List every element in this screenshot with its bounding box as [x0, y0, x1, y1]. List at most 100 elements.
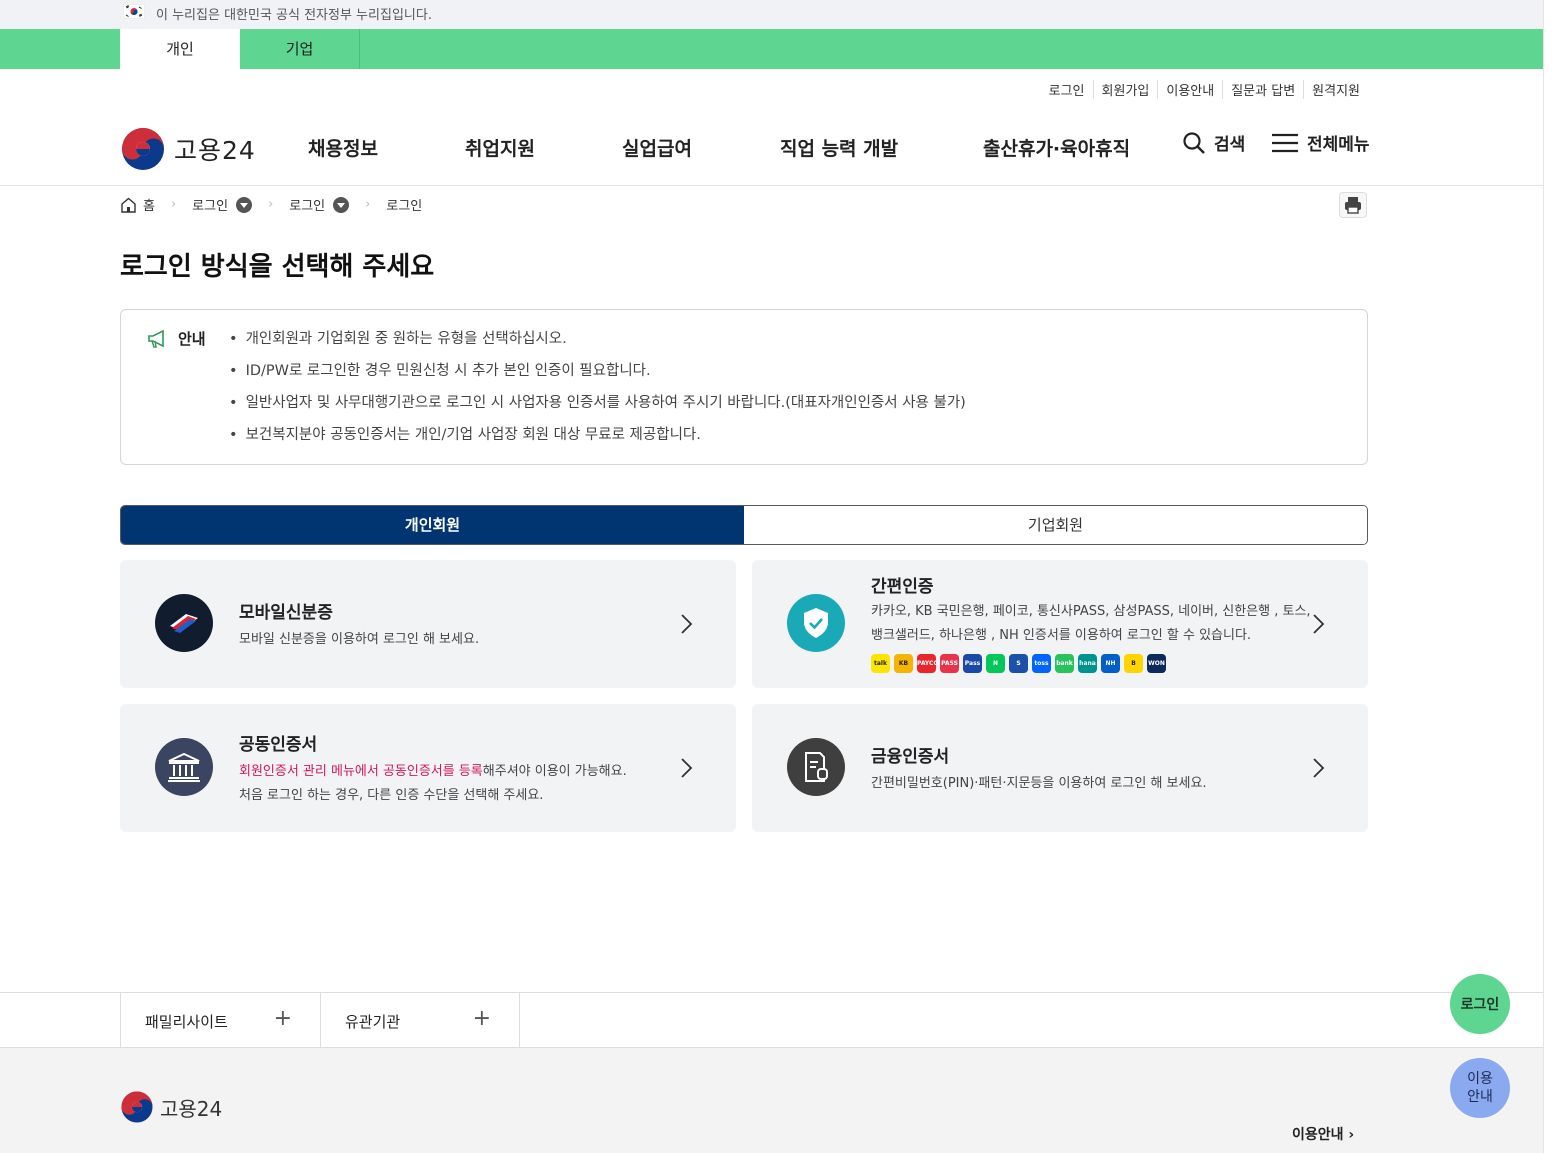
- provider-hana-icon: hana: [1078, 654, 1097, 673]
- search-icon: [1183, 131, 1205, 154]
- joint-cert-login-card[interactable]: 공동인증서 회원인증서 관리 메뉴에서 공동인증서를 등록해주셔야 이용이 가능…: [120, 704, 736, 832]
- provider-pass-icon: PASS: [940, 654, 959, 673]
- page-title: 로그인 방식을 선택해 주세요: [120, 252, 435, 282]
- mobile-id-login-card[interactable]: 모바일신분증 모바일 신분증을 이용하여 로그인 해 보세요.: [120, 560, 736, 688]
- util-guide-link[interactable]: 이용안내: [1157, 80, 1222, 99]
- card-title: 모바일신분증: [239, 603, 333, 623]
- family-site-label: 패밀리사이트: [145, 1013, 228, 1031]
- plus-icon: +: [273, 1006, 292, 1031]
- window-edge: [1543, 0, 1557, 1153]
- breadcrumb-home[interactable]: 홈: [143, 195, 155, 214]
- mobile-id-icon: [155, 594, 213, 652]
- home-icon: [121, 197, 136, 213]
- taegeuk-logo-icon: [122, 128, 164, 170]
- document-cert-icon: [787, 738, 845, 796]
- notice-item: 보건복지분야 공동인증서는 개인/기업 사업장 회원 대상 무료로 제공합니다.: [229, 424, 966, 456]
- card-description-line1: 카카오, KB 국민은행, 페이코, 통신사PASS, 삼성PASS, 네이버,…: [871, 604, 1311, 619]
- financial-cert-login-card[interactable]: 금융인증서 간편비밀번호(PIN)·패턴·지문등을 이용하여 로그인 해 보세요…: [752, 704, 1368, 832]
- util-remote-link[interactable]: 원격지원: [1303, 80, 1368, 99]
- family-site-toggle[interactable]: 패밀리사이트 +: [120, 993, 320, 1047]
- chevron-right-icon: [1313, 614, 1325, 634]
- breadcrumb-separator: ›: [365, 197, 371, 212]
- provider-pass-icon: Pass: [963, 654, 982, 673]
- global-nav: 고용24 채용정보 취업지원 실업급여 직업 능력 개발 출산휴가·육아휴직 검…: [0, 110, 1543, 186]
- util-login-link[interactable]: 로그인: [1041, 80, 1093, 99]
- breadcrumb-separator: ›: [268, 197, 274, 212]
- search-label: 검색: [1214, 135, 1246, 155]
- floating-guide-button[interactable]: 이용 안내: [1450, 1058, 1510, 1118]
- chevron-right-icon: [681, 758, 693, 778]
- card-description-line2: 뱅크샐러드, 하나은행 , NH 인증서를 이용하여 로그인 할 수 있습니다.: [871, 628, 1252, 643]
- breadcrumb-separator: ›: [170, 197, 177, 212]
- bank-building-icon: [155, 738, 213, 796]
- breadcrumb: 홈 › 로그인 › 로그인 › 로그인: [120, 195, 422, 214]
- breadcrumb-level2[interactable]: 로그인: [289, 195, 325, 214]
- printer-icon: [1345, 197, 1361, 214]
- provider-toss-icon: toss: [1032, 654, 1051, 673]
- chevron-right-icon: [1313, 758, 1325, 778]
- plus-icon: +: [472, 1006, 491, 1031]
- card-title: 간편인증: [871, 577, 934, 597]
- korea-flag-icon: [123, 4, 145, 19]
- megaphone-icon: [148, 329, 164, 348]
- gov-banner-text: 이 누리집은 대한민국 공식 전자정부 누리집입니다.: [156, 8, 432, 23]
- menu-jobs[interactable]: 채용정보: [308, 134, 378, 161]
- site-footer: 고용24 이용안내 ›: [0, 1048, 1543, 1153]
- auth-provider-icons: talkKBPAYCOPASSPassNStossbankhanaNHBWON: [871, 654, 1166, 673]
- tab-business-member[interactable]: 기업회원: [744, 506, 1367, 544]
- gov-banner: 이 누리집은 대한민국 공식 전자정부 누리집입니다.: [0, 0, 1543, 29]
- user-type-bar: 개인 기업: [0, 29, 1543, 69]
- search-button[interactable]: 검색: [1182, 130, 1245, 155]
- provider-s-icon: S: [1009, 654, 1028, 673]
- util-qna-link[interactable]: 질문과 답변: [1222, 80, 1303, 99]
- provider-nh-icon: NH: [1101, 654, 1120, 673]
- provider-talk-icon: talk: [871, 654, 890, 673]
- all-menu-button[interactable]: 전체메뉴: [1271, 130, 1370, 155]
- provider-kb-icon: KB: [894, 654, 913, 673]
- notice-item: ID/PW로 로그인한 경우 민원신청 시 추가 본인 인증이 필요합니다.: [229, 360, 966, 392]
- notice-label: 안내: [147, 328, 206, 349]
- menu-skill-development[interactable]: 직업 능력 개발: [780, 134, 898, 161]
- tab-personal-member[interactable]: 개인회원: [121, 506, 744, 544]
- floating-login-button[interactable]: 로그인: [1450, 974, 1510, 1034]
- tab-personal[interactable]: 개인: [120, 29, 240, 69]
- shield-check-icon: [787, 594, 845, 652]
- menu-unemployment-benefit[interactable]: 실업급여: [622, 134, 692, 161]
- provider-bank-icon: bank: [1055, 654, 1074, 673]
- tab-business[interactable]: 기업: [240, 29, 360, 69]
- related-org-label: 유관기관: [345, 1013, 401, 1031]
- util-signup-link[interactable]: 회원가입: [1092, 80, 1158, 99]
- provider-payco-icon: PAYCO: [917, 654, 936, 673]
- footer-guide-link[interactable]: 이용안내 ›: [1292, 1124, 1354, 1144]
- cert-register-emphasis: 회원인증서 관리 메뉴에서 공동인증서를 등록: [239, 764, 483, 779]
- taegeuk-logo-icon: [121, 1091, 153, 1123]
- all-menu-label: 전체메뉴: [1307, 135, 1370, 155]
- print-button[interactable]: [1339, 192, 1367, 218]
- provider-n-icon: N: [986, 654, 1005, 673]
- related-org-toggle[interactable]: 유관기관 +: [320, 993, 520, 1047]
- dropdown-icon[interactable]: [333, 196, 350, 213]
- notice-item: 일반사업자 및 사무대행기관으로 로그인 시 사업자용 인증서를 사용하여 주시…: [229, 392, 966, 424]
- chevron-right-icon: [681, 614, 693, 634]
- breadcrumb-current: 로그인: [386, 199, 423, 214]
- utility-links: 로그인 회원가입 이용안내 질문과 답변 원격지원: [1041, 80, 1368, 99]
- footer-logo: 고용24: [120, 1090, 222, 1124]
- logo-text: 고용24: [174, 136, 256, 165]
- provider-b-icon: B: [1124, 654, 1143, 673]
- breadcrumb-level1[interactable]: 로그인: [192, 195, 228, 214]
- simple-auth-login-card[interactable]: 간편인증 카카오, KB 국민은행, 페이코, 통신사PASS, 삼성PASS,…: [752, 560, 1368, 688]
- menu-parental-leave[interactable]: 출산휴가·육아휴직: [983, 134, 1130, 161]
- notice-list: 개인회원과 기업회원 중 원하는 유형을 선택하십시오. ID/PW로 로그인한…: [229, 328, 966, 456]
- card-title: 공동인증서: [239, 735, 318, 755]
- card-description-line1: 회원인증서 관리 메뉴에서 공동인증서를 등록해주셔야 이용이 가능해요.: [239, 764, 627, 779]
- card-description: 간편비밀번호(PIN)·패턴·지문등을 이용하여 로그인 해 보세요.: [871, 776, 1207, 791]
- hamburger-icon: [1272, 133, 1298, 152]
- provider-won-icon: WON: [1147, 654, 1166, 673]
- site-logo[interactable]: 고용24: [120, 126, 256, 172]
- footer-logo-text: 고용24: [160, 1096, 223, 1121]
- dropdown-icon[interactable]: [236, 196, 253, 213]
- card-description-line2: 처음 로그인 하는 경우, 다른 인증 수단을 선택해 주세요.: [239, 788, 544, 803]
- member-type-tabs: 개인회원 기업회원: [120, 505, 1368, 545]
- card-description: 모바일 신분증을 이용하여 로그인 해 보세요.: [239, 632, 480, 647]
- menu-employment-support[interactable]: 취업지원: [465, 134, 535, 161]
